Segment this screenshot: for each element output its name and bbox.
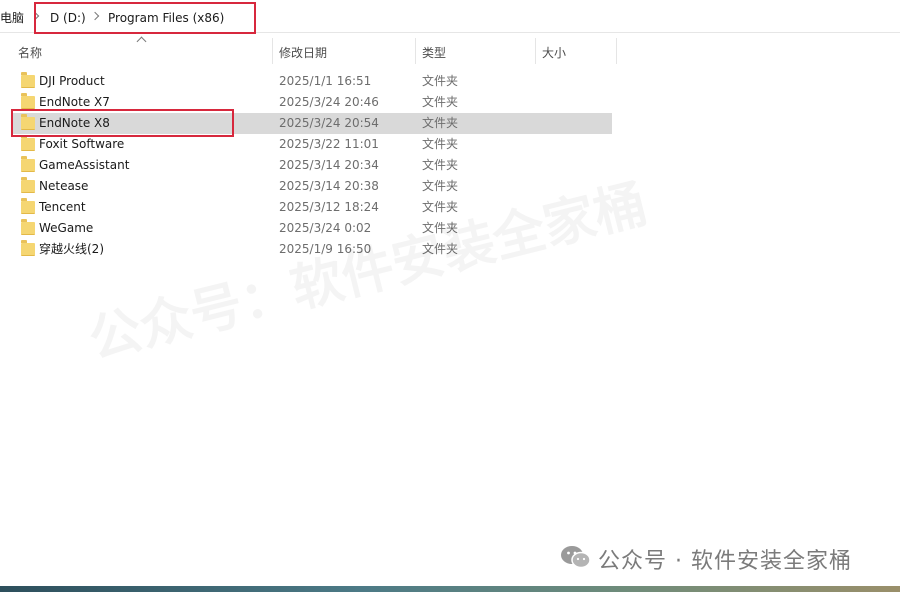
list-item[interactable]: Foxit Software 2025/3/22 11:01 文件夹 — [12, 134, 612, 155]
file-date: 2025/3/24 20:46 — [279, 95, 379, 109]
folder-icon — [21, 156, 35, 172]
column-divider[interactable] — [415, 38, 416, 64]
folder-icon — [21, 93, 35, 109]
file-name: Foxit Software — [39, 137, 125, 151]
file-type: 文件夹 — [422, 116, 459, 130]
folder-icon — [21, 219, 35, 235]
file-type: 文件夹 — [422, 74, 459, 88]
list-item[interactable]: DJI Product 2025/1/1 16:51 文件夹 — [12, 71, 612, 92]
file-date: 2025/3/12 18:24 — [279, 200, 379, 214]
column-header-size[interactable]: 大小 — [542, 44, 566, 61]
column-divider[interactable] — [535, 38, 536, 64]
folder-icon — [21, 177, 35, 193]
folder-icon — [21, 72, 35, 88]
breadcrumb-item-this-pc[interactable]: 电脑 — [0, 10, 24, 26]
file-name: DJI Product — [39, 74, 105, 88]
highlight-box-address — [34, 2, 256, 34]
folder-icon — [21, 240, 35, 256]
file-name: Tencent — [39, 200, 86, 214]
column-header-date[interactable]: 修改日期 — [279, 44, 327, 61]
file-date: 2025/3/22 11:01 — [279, 137, 379, 151]
column-header-name[interactable]: 名称 — [18, 44, 42, 61]
file-type: 文件夹 — [422, 137, 459, 151]
file-name: Netease — [39, 179, 89, 193]
file-name: EndNote X7 — [39, 95, 110, 109]
file-date: 2025/3/14 20:38 — [279, 179, 379, 193]
file-name: GameAssistant — [39, 158, 130, 172]
folder-icon — [21, 198, 35, 214]
file-date: 2025/3/24 20:54 — [279, 116, 379, 130]
file-type: 文件夹 — [422, 158, 459, 172]
watermark-footer-text: 公众号 · 软件安装全家桶 — [598, 549, 852, 574]
highlight-box-selected — [11, 109, 234, 137]
sort-ascending-icon — [136, 36, 147, 47]
file-type: 文件夹 — [422, 95, 459, 109]
column-divider[interactable] — [616, 38, 617, 64]
wechat-icon — [561, 546, 591, 569]
desktop-background-strip — [0, 586, 900, 592]
folder-icon — [21, 135, 35, 151]
column-divider[interactable] — [272, 38, 273, 64]
list-item[interactable]: GameAssistant 2025/3/14 20:34 文件夹 — [12, 155, 612, 176]
column-header-type[interactable]: 类型 — [422, 44, 446, 61]
file-name: 穿越火线(2) — [39, 242, 104, 256]
file-date: 2025/1/1 16:51 — [279, 74, 372, 88]
file-date: 2025/3/14 20:34 — [279, 158, 379, 172]
file-name: WeGame — [39, 221, 94, 235]
file-type: 文件夹 — [422, 179, 459, 193]
